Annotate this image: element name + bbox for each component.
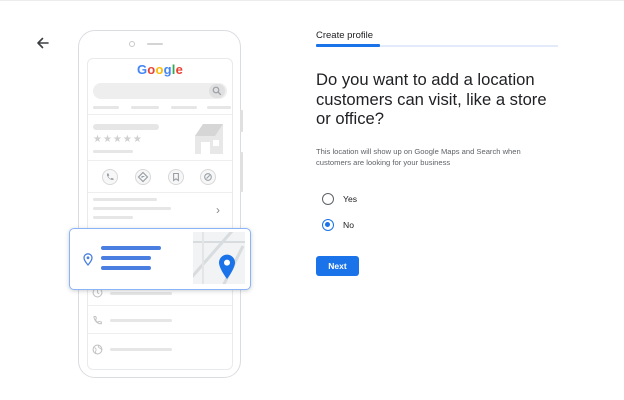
- phone-illustration: Google ★★★★★ ›: [0, 0, 280, 400]
- radio-label-no: No: [343, 220, 354, 230]
- tab-create-profile[interactable]: Create profile: [316, 30, 373, 41]
- placeholder-line: [110, 292, 172, 295]
- radio-option-no[interactable]: No: [322, 218, 354, 232]
- phone-icon: [93, 316, 102, 325]
- divider: [88, 305, 232, 306]
- radio-button-yes[interactable]: [322, 193, 334, 205]
- placeholder-line: [207, 106, 231, 109]
- illustration-address-line: [101, 266, 151, 270]
- radio-label-yes: Yes: [343, 194, 358, 204]
- placeholder-line: [110, 319, 172, 322]
- chevron-right-icon: ›: [216, 203, 220, 217]
- phone-side-button: [240, 152, 243, 192]
- placeholder-line: [93, 198, 157, 201]
- phone-screen: [87, 58, 233, 370]
- divider: [88, 114, 232, 115]
- bookmark-icon: [168, 169, 184, 185]
- share-icon: [200, 169, 216, 185]
- progress-indicator: [316, 44, 380, 47]
- illustration-search-bar: [93, 83, 227, 99]
- placeholder-line: [93, 207, 171, 210]
- placeholder-line: [131, 106, 159, 109]
- phone-speaker: [147, 43, 163, 45]
- divider: [88, 192, 232, 193]
- placeholder-line: [93, 106, 119, 109]
- placeholder-line: [110, 348, 172, 351]
- phone-icon: [102, 169, 118, 185]
- placeholder-line: [93, 150, 133, 153]
- map-pin-icon: [219, 254, 235, 279]
- placeholder-line: [93, 124, 159, 130]
- illustration-address-line: [101, 246, 161, 250]
- placeholder-line: [93, 216, 133, 219]
- divider: [88, 160, 232, 161]
- phone-side-button: [240, 110, 243, 132]
- globe-icon: [92, 344, 103, 355]
- helper-text: This location will show up on Google Map…: [316, 147, 521, 167]
- phone-camera: [129, 41, 135, 47]
- store-icon: [195, 124, 223, 154]
- placeholder-line: [171, 106, 197, 109]
- directions-icon: [135, 169, 151, 185]
- divider: [88, 333, 232, 334]
- illustration-address-line: [101, 256, 151, 260]
- location-pin-icon: [83, 253, 93, 266]
- next-button[interactable]: Next: [316, 256, 359, 276]
- radio-button-no[interactable]: [322, 219, 334, 231]
- google-logo: Google: [136, 62, 184, 77]
- page-title: Do you want to add a location customers …: [316, 70, 547, 128]
- search-icon: [209, 84, 225, 98]
- radio-option-yes[interactable]: Yes: [322, 192, 357, 206]
- rating-stars: ★★★★★: [93, 134, 143, 145]
